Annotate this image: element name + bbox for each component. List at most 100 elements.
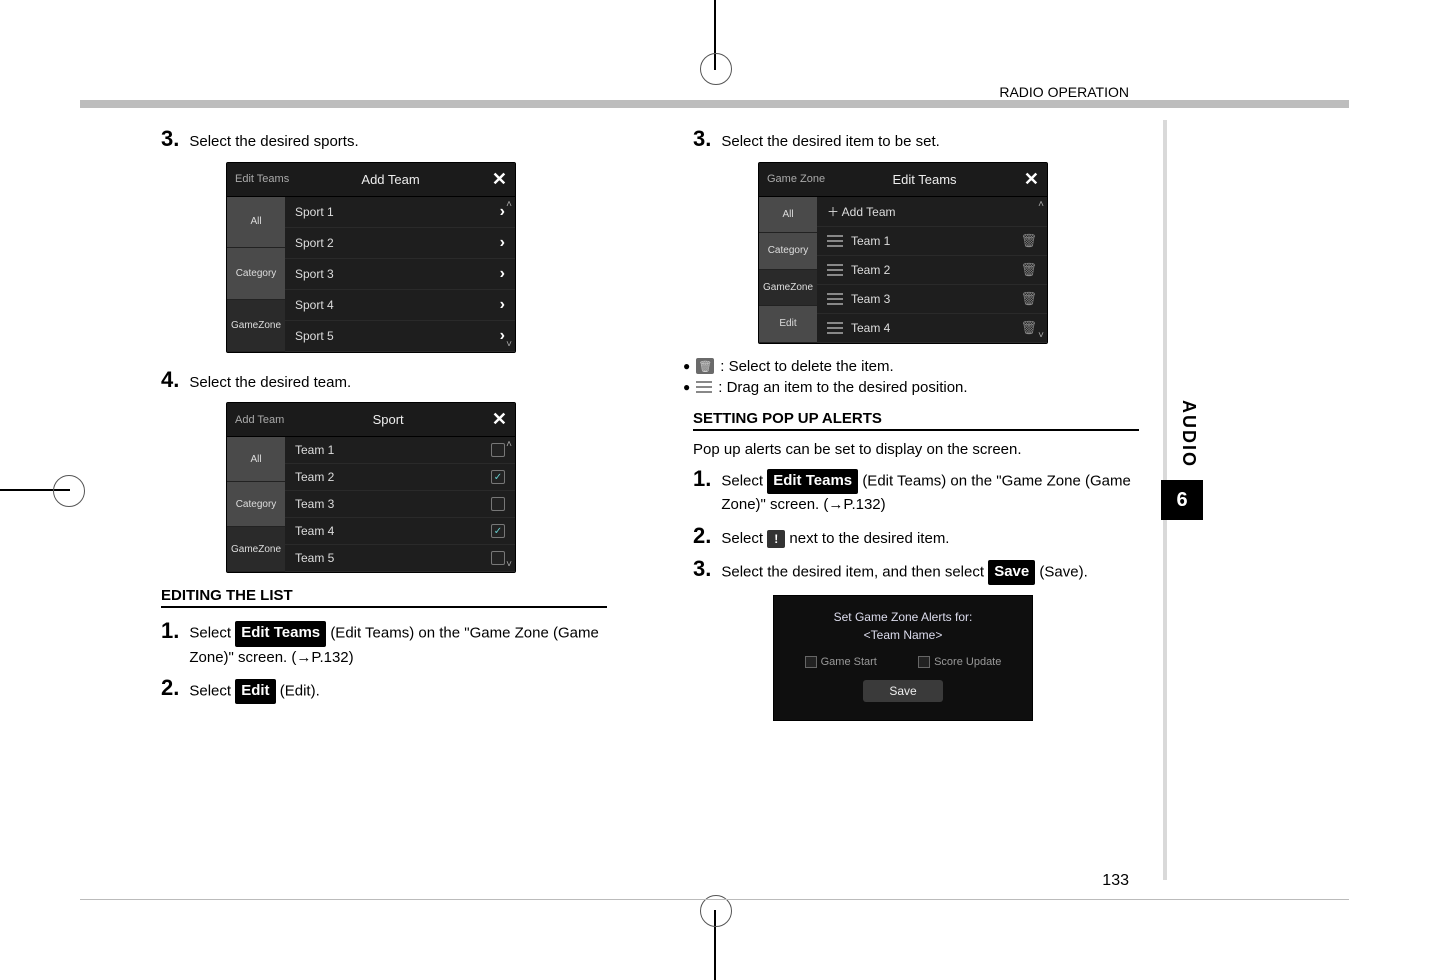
- step-number: 2.: [693, 523, 711, 549]
- dialog-team-name: <Team Name>: [784, 628, 1022, 642]
- trash-icon: 🗑: [696, 358, 714, 374]
- step-number: 3.: [693, 126, 711, 152]
- drag-handle-icon: [696, 381, 712, 393]
- screen-title: Edit Teams: [825, 172, 1024, 187]
- step-text: Select Edit Teams (Edit Teams) on the "G…: [721, 469, 1139, 517]
- trash-icon: 🗑: [1020, 320, 1037, 336]
- list-item: Sport 4›: [285, 290, 515, 321]
- side-tab-edit: Edit: [759, 306, 817, 343]
- side-tab-gamezone: GameZone: [227, 527, 285, 572]
- crop-mark-bottom: [714, 910, 716, 980]
- side-tab-gamezone: GameZone: [759, 270, 817, 307]
- header-rule: [80, 100, 1349, 108]
- screen-title: Sport: [284, 412, 492, 427]
- screen-title: Add Team: [289, 172, 492, 187]
- step-number: 2.: [161, 675, 179, 701]
- step-number: 4.: [161, 367, 179, 393]
- list-item: Sport 2›: [285, 228, 515, 259]
- left-editing-step-2: 2. Select Edit (Edit).: [161, 675, 607, 704]
- list-item: Team 4✓: [285, 518, 515, 545]
- step-number: 3.: [161, 126, 179, 152]
- list-item: Team 4🗑: [817, 314, 1047, 343]
- step-text: Select the desired item, and then select…: [721, 560, 1087, 586]
- right-alerts-step-1: 1. Select Edit Teams (Edit Teams) on the…: [693, 466, 1139, 517]
- side-tab-category: Category: [759, 233, 817, 270]
- side-tab-gamezone: GameZone: [227, 300, 285, 352]
- screenshot-edit-teams: Game Zone Edit Teams ✕ All Category Game…: [758, 162, 1048, 344]
- screenshot-add-team: Edit Teams Add Team ✕ All Category GameZ…: [226, 162, 516, 353]
- left-column: 3. Select the desired sports. Edit Teams…: [135, 120, 607, 721]
- alert-icon: !: [767, 530, 785, 548]
- list-item: Team 5: [285, 545, 515, 572]
- section-header: RADIO OPERATION: [999, 84, 1129, 100]
- step-text: Select the desired team.: [189, 372, 351, 395]
- back-label: Game Zone: [767, 173, 825, 185]
- subheading-editing-list: EDITING THE LIST: [161, 587, 607, 608]
- step-text: Select the desired item to be set.: [721, 131, 939, 154]
- drag-handle-icon: [827, 264, 843, 276]
- trash-icon: 🗑: [1020, 233, 1037, 249]
- side-tab-all: All: [227, 197, 285, 249]
- drag-handle-icon: [827, 322, 843, 334]
- scroll-down-icon: ˅: [506, 339, 512, 350]
- step-text: Select ! next to the desired item.: [721, 528, 949, 551]
- list-item: Sport 5›: [285, 321, 515, 352]
- chevron-right-icon: ›: [500, 265, 505, 283]
- checkbox-icon: ✓: [491, 470, 505, 484]
- crop-mark-top: [714, 0, 716, 70]
- crop-mark-left: [0, 489, 70, 491]
- dialog-title: Set Game Zone Alerts for:: [784, 610, 1022, 624]
- edit-teams-button-label: Edit Teams: [767, 469, 858, 495]
- checkbox-icon: [491, 551, 505, 565]
- scroll-up-icon: ˄: [506, 199, 512, 210]
- scroll-up-icon: ˄: [506, 439, 512, 450]
- edit-teams-button-label: Edit Teams: [235, 621, 326, 647]
- page-number: 133: [1102, 872, 1129, 890]
- bullet-delete: ● 🗑 : Select to delete the item.: [683, 358, 1139, 375]
- left-step-3: 3. Select the desired sports.: [161, 126, 607, 154]
- screenshot-sport: Add Team Sport ✕ All Category GameZone ˄…: [226, 402, 516, 573]
- option-score-update: Score Update: [918, 656, 1001, 668]
- right-step-3: 3. Select the desired item to be set.: [693, 126, 1139, 154]
- step-text: Select the desired sports.: [189, 131, 358, 154]
- left-step-4: 4. Select the desired team.: [161, 367, 607, 395]
- bullet-drag: ● : Drag an item to the desired position…: [683, 379, 1139, 396]
- trash-icon: 🗑: [1020, 262, 1037, 278]
- left-editing-step-1: 1. Select Edit Teams (Edit Teams) on the…: [161, 618, 607, 669]
- alerts-intro-text: Pop up alerts can be set to display on t…: [693, 441, 1139, 458]
- back-label: Edit Teams: [235, 173, 289, 185]
- scroll-down-icon: ˅: [1038, 330, 1044, 341]
- list-item: Sport 1›: [285, 197, 515, 228]
- list-item: Team 2✓: [285, 464, 515, 491]
- side-tab-all: All: [227, 437, 285, 482]
- close-icon: ✕: [492, 169, 507, 190]
- chevron-right-icon: ›: [500, 234, 505, 252]
- checkbox-icon: [491, 497, 505, 511]
- trash-icon: 🗑: [1020, 291, 1037, 307]
- subheading-popup-alerts: SETTING POP UP ALERTS: [693, 410, 1139, 431]
- step-text: Select Edit Teams (Edit Teams) on the "G…: [189, 621, 607, 669]
- chapter-badge: 6: [1161, 480, 1203, 520]
- bottom-rule: [80, 899, 1349, 900]
- list-item: Team 3: [285, 491, 515, 518]
- list-item: Sport 3›: [285, 259, 515, 290]
- list-item: Team 1: [285, 437, 515, 464]
- side-tab-category: Category: [227, 482, 285, 527]
- list-item: Team 3🗑: [817, 285, 1047, 314]
- step-number: 1.: [161, 618, 179, 644]
- scroll-up-icon: ˄: [1038, 199, 1044, 210]
- chevron-right-icon: ›: [500, 296, 505, 314]
- side-tab-category: Category: [227, 248, 285, 300]
- right-alerts-step-2: 2. Select ! next to the desired item.: [693, 523, 1139, 551]
- checkbox-icon: [918, 656, 930, 668]
- checkbox-icon: [491, 443, 505, 457]
- drag-handle-icon: [827, 293, 843, 305]
- list-item: Team 1🗑: [817, 227, 1047, 256]
- scroll-down-icon: ˅: [506, 559, 512, 570]
- chevron-right-icon: ›: [500, 203, 505, 221]
- drag-handle-icon: [827, 235, 843, 247]
- step-text: Select Edit (Edit).: [189, 679, 319, 705]
- checkbox-icon: ✓: [491, 524, 505, 538]
- side-tab-audio: AUDIO: [1178, 400, 1199, 468]
- add-team-row: ＋ Add Team: [817, 197, 1047, 227]
